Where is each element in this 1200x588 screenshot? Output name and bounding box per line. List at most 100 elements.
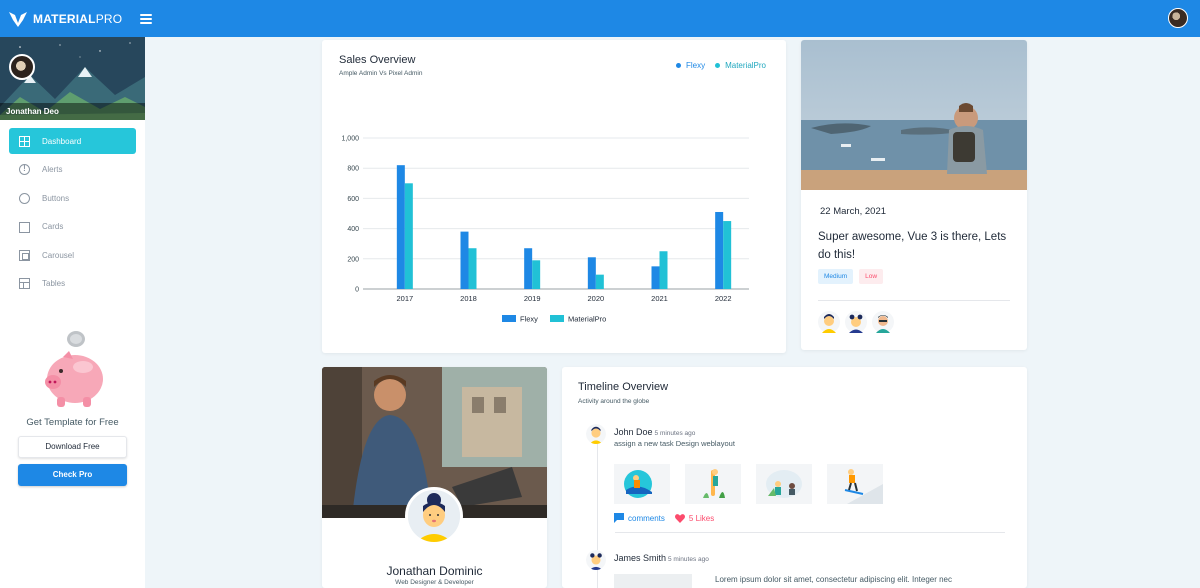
comments-link[interactable]: comments — [614, 513, 665, 523]
profile-name: Jonathan Deo — [0, 103, 145, 120]
sidebar-item-alerts[interactable]: Alerts — [9, 157, 136, 183]
legend-label-bottom: MaterialPro — [568, 315, 606, 324]
sidebar-item-buttons[interactable]: Buttons — [9, 185, 136, 211]
tag-medium[interactable]: Medium — [818, 269, 854, 284]
bar-flexy-2021 — [651, 266, 660, 289]
sidebar-item-label: Alerts — [42, 165, 63, 174]
divider — [615, 532, 1005, 533]
tag-low[interactable]: Low — [859, 269, 884, 284]
timeline-attachments — [614, 464, 898, 504]
x-tick-label: 2017 — [396, 294, 413, 303]
likes-link[interactable]: 5 Likes — [674, 513, 714, 523]
promo-title: Get Template for Free — [26, 417, 119, 428]
sidebar-item-label: Dashboard — [42, 136, 82, 146]
table-icon — [19, 278, 30, 289]
bar-materialpro-2018 — [468, 248, 477, 289]
y-tick-label: 800 — [347, 166, 359, 173]
attachment-thumbnail[interactable] — [827, 464, 883, 504]
attachment-thumbnail[interactable] — [685, 464, 741, 504]
timeline-text: assign a new task Design weblayout — [614, 439, 735, 448]
brand-logo[interactable]: MATERIALPRO — [9, 11, 122, 27]
hamburger-menu-icon[interactable] — [140, 13, 153, 24]
blog-card[interactable]: 22 March, 2021 Super awesome, Vue 3 is t… — [801, 40, 1027, 350]
avatar[interactable] — [845, 311, 867, 333]
timeline-author: James Smith 5 minutes ago — [614, 553, 709, 563]
blog-tags: Medium Low — [818, 269, 889, 284]
y-tick-label: 400 — [347, 226, 359, 233]
x-tick-label: 2018 — [460, 294, 477, 303]
timeline-time: 5 minutes ago — [668, 556, 709, 563]
timeline-author: John Doe 5 minutes ago — [614, 427, 696, 437]
comment-icon — [614, 513, 624, 523]
x-tick-label: 2019 — [524, 294, 541, 303]
blog-image — [801, 40, 1027, 190]
profile-avatar[interactable] — [9, 54, 35, 80]
logo-icon — [9, 11, 27, 27]
avatar-illustration — [408, 490, 460, 542]
y-tick-label: 0 — [355, 287, 359, 294]
download-free-button[interactable]: Download Free — [18, 436, 127, 458]
bar-materialpro-2021 — [659, 251, 668, 289]
avatar[interactable] — [818, 311, 840, 333]
top-app-bar: MATERIALPRO — [0, 0, 1200, 37]
sales-bar-chart: 0 200 400 600 800 1,000 2017 2018 2019 2020 2021 20… — [341, 136, 749, 324]
check-pro-button[interactable]: Check Pro — [18, 464, 127, 486]
sidebar-item-label: Cards — [42, 222, 64, 231]
x-tick-label: 2022 — [715, 294, 732, 303]
avatar-group — [818, 311, 899, 333]
sidebar-item-cards[interactable]: Cards — [9, 214, 136, 240]
timeline-actions: comments 5 Likes — [614, 513, 714, 523]
x-tick-label: 2020 — [587, 294, 604, 303]
brand-name: MATERIALPRO — [33, 11, 123, 26]
alert-circle-icon — [19, 164, 30, 175]
bar-materialpro-2017 — [404, 183, 413, 289]
card-title: Timeline Overview — [578, 381, 669, 393]
timeline-time: 5 minutes ago — [654, 430, 696, 437]
blog-date: 22 March, 2021 — [820, 206, 887, 217]
avatar[interactable] — [586, 550, 606, 570]
y-tick-label: 200 — [347, 256, 359, 263]
divider — [818, 300, 1010, 301]
sidebar-item-label: Buttons — [42, 193, 70, 203]
attachment-thumbnail[interactable] — [614, 464, 670, 504]
avatar[interactable] — [586, 424, 606, 444]
attachment-thumbnail[interactable] — [614, 574, 692, 588]
y-tick-label: 1,000 — [341, 136, 359, 143]
card-subtitle: Activity around the globe — [578, 398, 650, 405]
bar-flexy-2017 — [396, 165, 405, 289]
bar-flexy-2019 — [524, 248, 533, 289]
dashboard-icon — [19, 135, 30, 147]
x-tick-label: 2021 — [651, 294, 668, 303]
sidebar-nav: Dashboard Alerts Buttons Cards Carousel … — [0, 120, 145, 297]
profile-role: Web Designer & Developer — [395, 579, 474, 586]
legend-swatch — [550, 315, 564, 322]
attachment-thumbnail[interactable] — [756, 464, 812, 504]
y-tick-label: 600 — [347, 196, 359, 203]
sidebar-item-label: Tables — [42, 279, 66, 288]
bar-materialpro-2022 — [723, 221, 732, 289]
bar-flexy-2020 — [587, 257, 596, 289]
legend-swatch — [502, 315, 516, 322]
heart-icon — [674, 513, 685, 523]
avatar[interactable] — [872, 311, 894, 333]
profile-name: Jonathan Dominic — [386, 564, 483, 578]
sidebar: Jonathan Deo Dashboard Alerts Buttons Ca… — [0, 37, 145, 588]
bar-materialpro-2019 — [532, 260, 541, 289]
promo-panel: Get Template for Free Download Free Chec… — [0, 327, 145, 486]
circle-icon — [19, 192, 30, 204]
piggy-bank-icon — [44, 331, 103, 407]
timeline-card: Timeline Overview Activity around the gl… — [562, 367, 1027, 588]
bar-materialpro-2020 — [595, 274, 604, 289]
card-icon — [19, 221, 30, 233]
sidebar-item-label: Carousel — [42, 250, 75, 260]
bar-flexy-2022 — [715, 211, 724, 289]
profile-avatar[interactable] — [405, 487, 463, 545]
blog-title[interactable]: Super awesome, Vue 3 is there, Lets do t… — [818, 228, 1018, 264]
legend-label-bottom: Flexy — [520, 315, 538, 324]
sidebar-item-dashboard[interactable]: Dashboard — [9, 128, 136, 154]
sales-overview-card: Sales Overview Ample Admin Vs Pixel Admi… — [322, 40, 786, 353]
sidebar-item-tables[interactable]: Tables — [9, 271, 136, 297]
sidebar-item-carousel[interactable]: Carousel — [9, 242, 136, 268]
bar-flexy-2018 — [460, 231, 469, 289]
user-avatar[interactable] — [1168, 8, 1188, 28]
